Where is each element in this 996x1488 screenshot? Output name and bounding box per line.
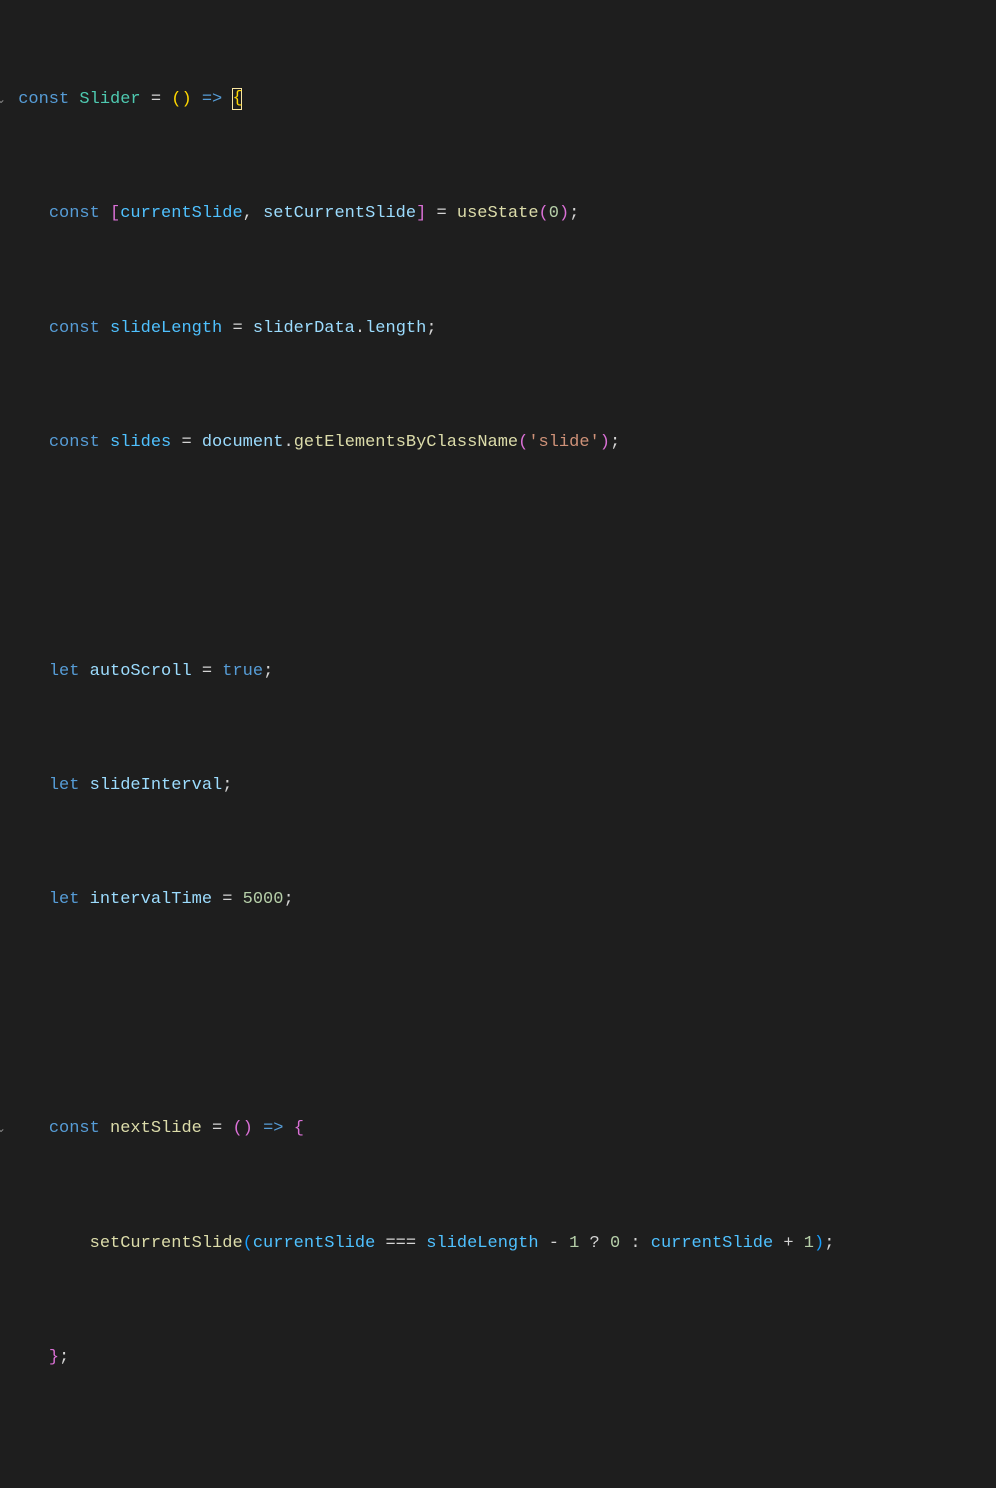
code-line[interactable]: ⌄ const Slider = () => {: [8, 86, 996, 115]
code-line[interactable]: setCurrentSlide(currentSlide === slideLe…: [8, 1230, 996, 1259]
fold-chevron-icon[interactable]: ⌄: [0, 86, 6, 115]
code-line[interactable]: [8, 1001, 996, 1030]
code-line[interactable]: const slideLength = sliderData.length;: [8, 315, 996, 344]
cursor-bracket: {: [232, 88, 242, 110]
code-line[interactable]: [8, 1458, 996, 1487]
code-line[interactable]: const slides = document.getElementsByCla…: [8, 429, 996, 458]
code-line[interactable]: let autoScroll = true;: [8, 658, 996, 687]
code-line[interactable]: [8, 543, 996, 572]
code-line[interactable]: const [currentSlide, setCurrentSlide] = …: [8, 200, 996, 229]
code-line[interactable]: ⌄ const nextSlide = () => {: [8, 1115, 996, 1144]
code-line[interactable]: };: [8, 1344, 996, 1373]
code-line[interactable]: let intervalTime = 5000;: [8, 886, 996, 915]
code-line[interactable]: let slideInterval;: [8, 772, 996, 801]
fold-chevron-icon[interactable]: ⌄: [0, 1115, 6, 1144]
code-editor[interactable]: ⌄ const Slider = () => { const [currentS…: [0, 0, 996, 1488]
